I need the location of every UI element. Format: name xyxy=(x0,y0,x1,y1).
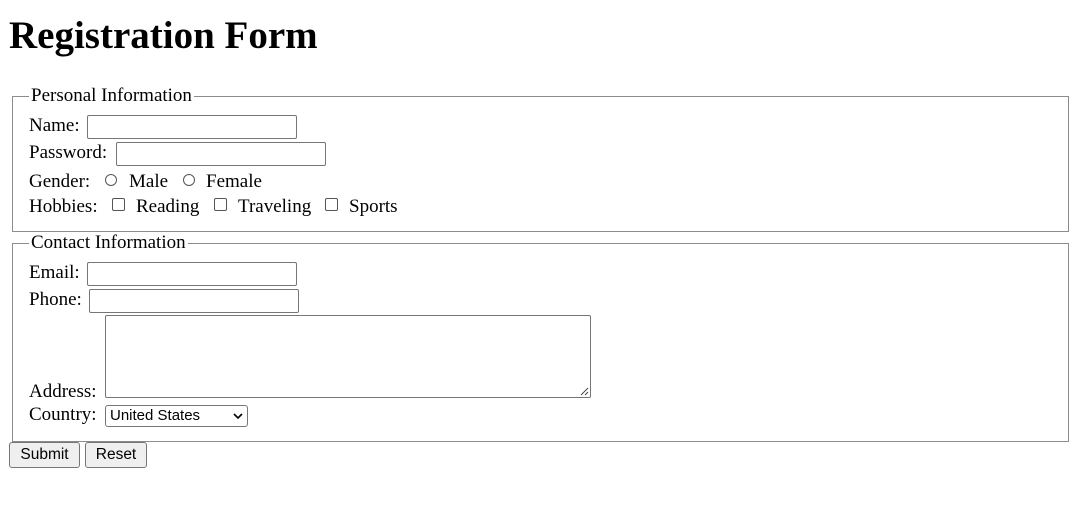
name-row: Name: xyxy=(29,115,80,137)
gender-male-label[interactable]: Male xyxy=(129,171,168,193)
address-label: Address: xyxy=(29,381,97,402)
gender-female-radio[interactable] xyxy=(183,174,195,186)
chevron-down-icon xyxy=(233,413,243,420)
email-label: Email: xyxy=(29,262,80,283)
contact-information-fieldset: Contact Information Email: Phone: Addres… xyxy=(12,232,1069,442)
hobby-reading-label[interactable]: Reading xyxy=(136,196,199,218)
contact-information-legend: Contact Information xyxy=(29,232,188,254)
hobby-sports-label[interactable]: Sports xyxy=(349,196,398,218)
name-label: Name: xyxy=(29,115,80,136)
page-title: Registration Form xyxy=(9,14,318,57)
resize-grip-icon[interactable] xyxy=(579,386,589,396)
password-row: Password: xyxy=(29,142,107,164)
submit-button[interactable]: Submit xyxy=(9,442,80,468)
personal-information-legend: Personal Information xyxy=(29,85,194,107)
email-row: Email: xyxy=(29,262,80,284)
hobby-sports-checkbox[interactable] xyxy=(325,198,338,211)
country-selected-value: United States xyxy=(110,407,201,424)
address-row: Address: xyxy=(29,381,97,403)
gender-female-label[interactable]: Female xyxy=(206,171,262,193)
name-input[interactable] xyxy=(87,115,297,139)
password-input[interactable] xyxy=(116,142,326,166)
address-textarea[interactable] xyxy=(105,315,591,398)
hobby-reading-checkbox[interactable] xyxy=(112,198,125,211)
password-label: Password: xyxy=(29,142,108,163)
hobbies-label: Hobbies: xyxy=(29,196,98,217)
gender-label: Gender: xyxy=(29,171,91,192)
phone-row: Phone: xyxy=(29,289,82,311)
gender-male-radio[interactable] xyxy=(105,174,117,186)
country-row: Country: xyxy=(29,404,97,426)
hobbies-row: Hobbies: xyxy=(29,196,98,218)
country-label: Country: xyxy=(29,404,97,425)
personal-information-fieldset: Personal Information Name: Password: Gen… xyxy=(12,85,1069,232)
email-input[interactable] xyxy=(87,262,297,286)
phone-input[interactable] xyxy=(89,289,299,313)
phone-label: Phone: xyxy=(29,289,82,310)
country-select[interactable]: United States xyxy=(105,405,248,427)
hobby-traveling-label[interactable]: Traveling xyxy=(238,196,311,218)
reset-button[interactable]: Reset xyxy=(85,442,147,468)
hobby-traveling-checkbox[interactable] xyxy=(214,198,227,211)
gender-row: Gender: xyxy=(29,171,90,193)
